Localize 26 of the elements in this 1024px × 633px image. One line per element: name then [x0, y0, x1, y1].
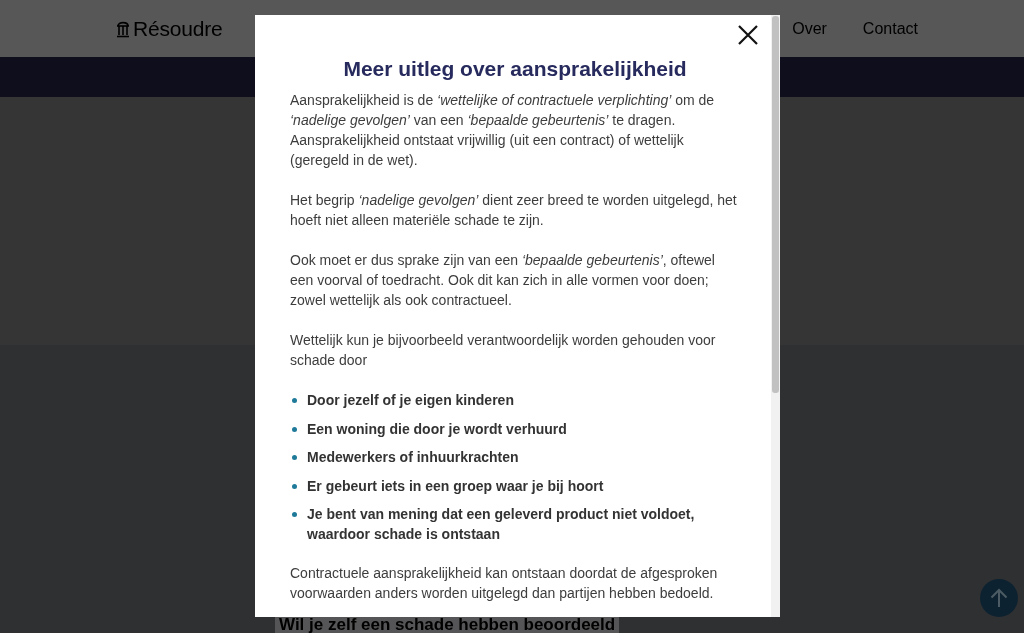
paragraph: Wettelijk kun je bijvoorbeeld verantwoordelijk worden gehouden voor schade door: [290, 331, 717, 370]
paragraph: Contractuele aansprakelijkheid kan ontstaan doordat de afgesproken voorwaarden anders worden uitgelegd dan partijen hebben bedoeld.: [290, 564, 719, 603]
bullet-icon: [292, 512, 297, 517]
list-item: Door jezelf of je eigen kinderen: [307, 391, 514, 410]
bullet-icon: [292, 398, 297, 403]
nav-link[interactable]: Contact: [862, 19, 918, 38]
logo-text: Résoudre: [133, 16, 223, 41]
bullet-icon: [292, 455, 297, 460]
arrow-up-icon: [990, 588, 1008, 608]
close-button[interactable]: [738, 25, 758, 45]
close-icon: [738, 25, 758, 45]
section-heading: Wil je zelf een schade hebben beoordeeld: [275, 617, 620, 633]
bullet-icon: [292, 483, 297, 489]
list-item: Een woning die door je wordt verhuurd: [307, 419, 567, 439]
paragraph: Ook moet er dus sprake zijn van een ‘bepaalde gebeurtenis’, oftewel een voorval of toedracht. Ook dit kan zich in alle vormen voor doen; zowel wettelijk als ook contractueel.: [290, 251, 716, 310]
list-item: Medewerkers of inhuurkrachten: [307, 448, 519, 467]
list-item: Er gebeurt iets in een groep waar je bij hoort: [307, 476, 604, 496]
logo-icon: [116, 19, 130, 38]
list-item: Je bent van mening dat een geleverd product niet voldoet, waardoor schade is ontstaan: [307, 505, 696, 544]
modal-title: Meer uitleg over aansprakelijkheid: [342, 56, 688, 82]
scrollbar-track[interactable]: [771, 15, 780, 617]
paragraph: Het begrip ‘nadelige gevolgen’ dient zeer breed te worden uitgelegd, het hoeft niet alleen materiële schade te zijn.: [290, 191, 738, 230]
scrollbar-thumb[interactable]: [772, 16, 779, 393]
nav-link[interactable]: Over: [792, 19, 827, 38]
bullet-icon: [292, 426, 297, 432]
paragraph: Aansprakelijkheid is de ‘wettelijke of contractuele verplichting’ om de ‘nadelige gevolgen’ van een ‘bepaalde gebeurtenis’ te dragen. Aansprakelijkheid ontstaat vrijwillig (uit een contract) of wettelijk (geregeld in de wet).: [290, 91, 716, 170]
